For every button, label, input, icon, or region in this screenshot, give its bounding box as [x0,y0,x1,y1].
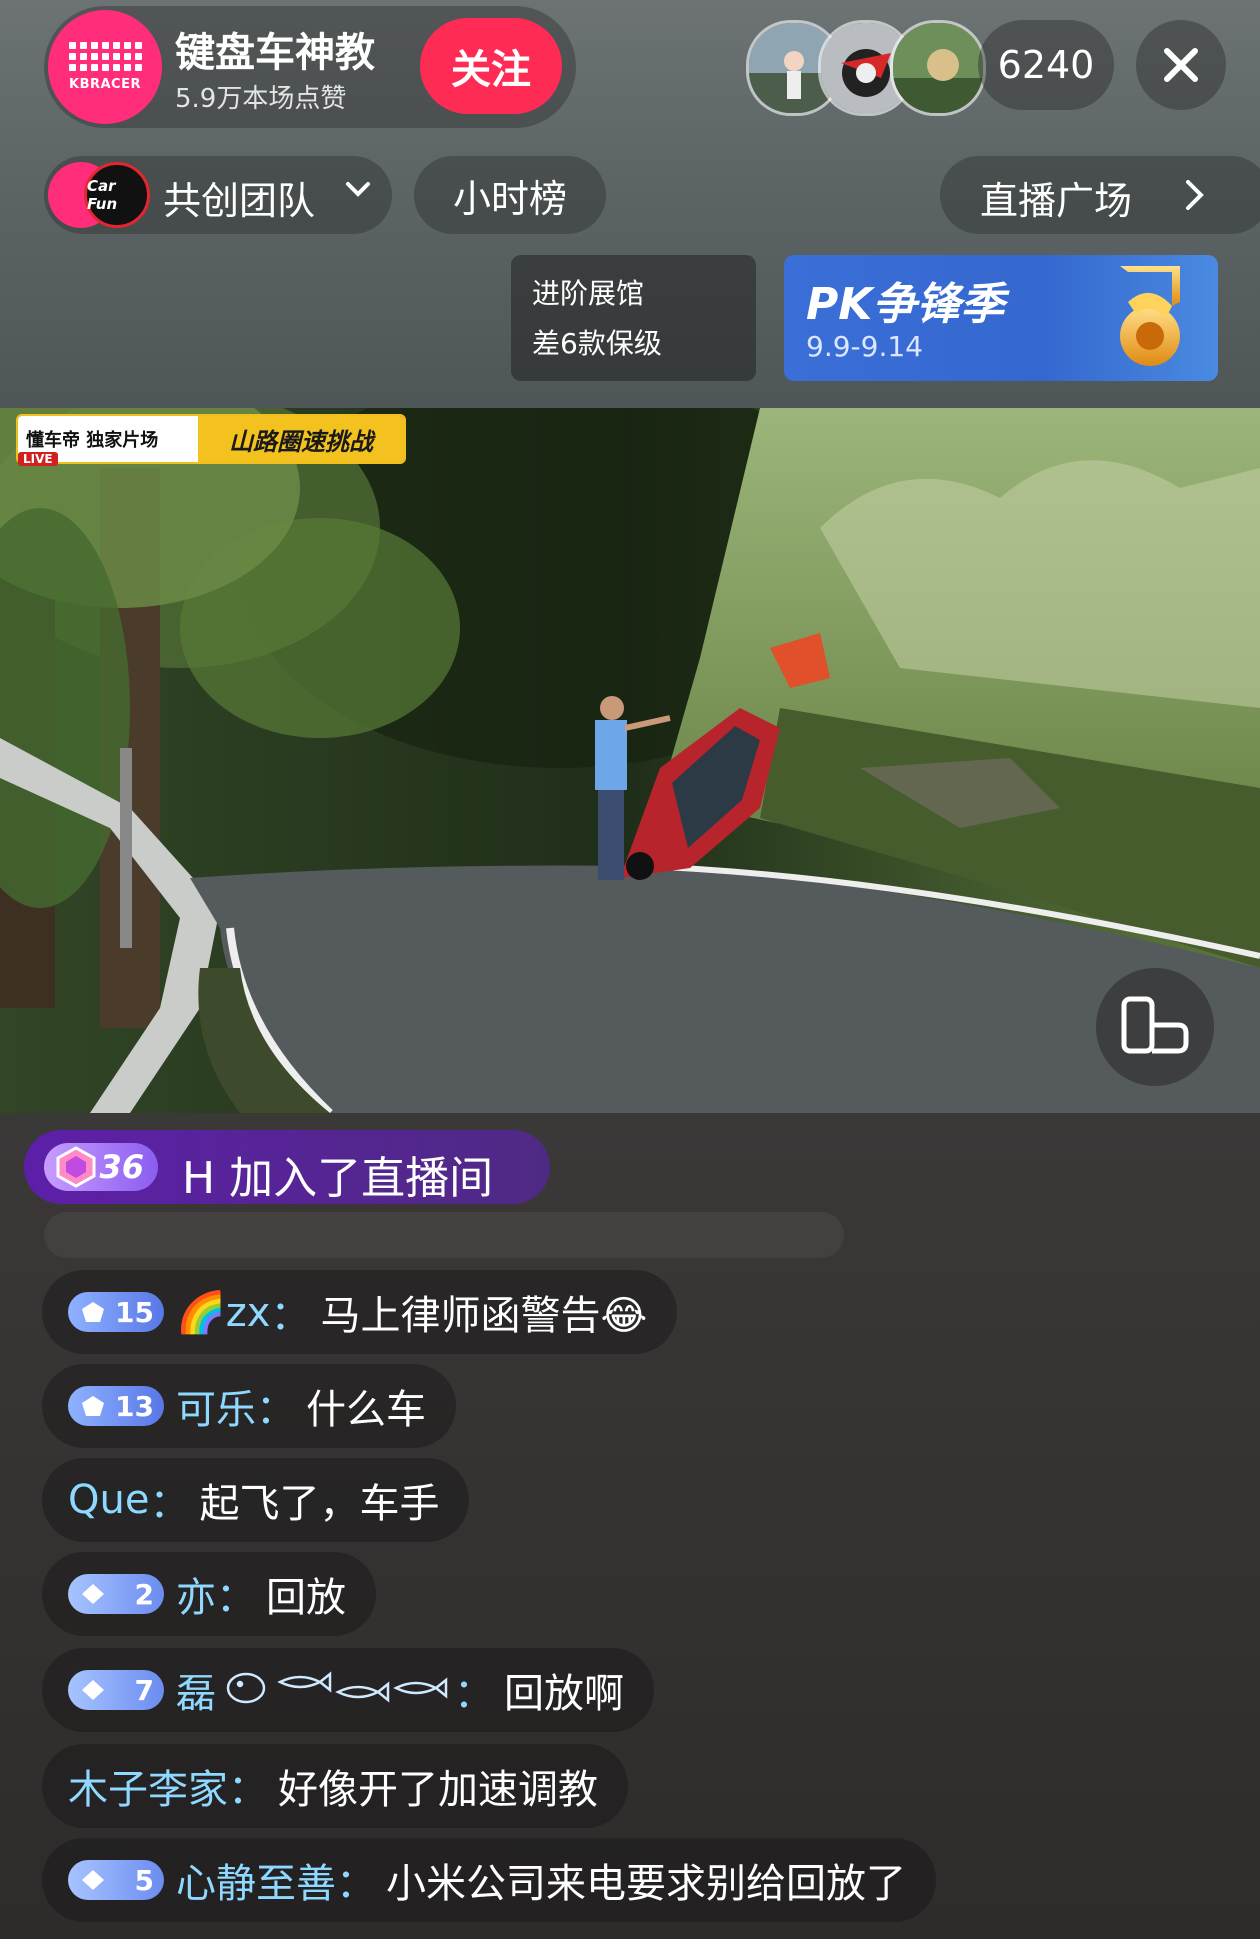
trophy-badge-icon [1120,266,1180,366]
chat-username[interactable]: 可乐 [176,1377,256,1435]
gem-level-icon [82,1680,104,1700]
chat-colon: ： [216,1575,256,1621]
chat-content: 小米公司来电要求别给回放了 [386,1861,906,1907]
live-square-label: 直播广场 [980,179,1133,223]
host-name[interactable]: 键盘车神教 [175,20,375,78]
host-likes: 5.9万本场点赞 [175,84,347,114]
exhibit-title: 进阶展馆 [532,277,645,310]
user-level-badge: 5 [68,1860,164,1900]
chat-colon: ： [228,1767,268,1813]
chat-colon: ： [454,1671,494,1717]
level-number: 15 [115,1295,154,1329]
chat-message[interactable]: 7 磊 ： 回放啊 [42,1648,654,1732]
level-number: 2 [134,1577,154,1611]
follow-button[interactable]: 关注 [420,18,562,114]
rotate-screen-button[interactable] [1096,968,1214,1086]
chat-username[interactable]: Que [68,1477,149,1523]
chat-colon: ： [270,1293,311,1339]
team-label: 共创团队 [163,179,316,223]
chat-message[interactable]: Que： 起飞了，车手 [42,1458,470,1542]
chat-colon: ： [336,1861,376,1907]
live-video[interactable] [0,408,1260,1113]
hour-rank-button[interactable]: 小时榜 [414,156,606,234]
chat-content: 好像开了加速调教 [278,1767,598,1813]
chat-username[interactable]: 木子李家 [68,1757,228,1815]
chat-message[interactable]: 木子李家： 好像开了加速调教 [42,1744,628,1828]
viewer-count[interactable]: 6240 [978,20,1114,110]
gem-level-icon [82,1302,104,1322]
user-level-badge: 7 [68,1670,164,1710]
chat-username[interactable]: 亦 [176,1565,216,1623]
chat-colon: ： [149,1481,190,1527]
chat-message[interactable]: 5 心静至善： 小米公司来电要求别给回放了 [42,1838,936,1922]
chevron-down-icon [346,182,370,197]
gem-level-icon [56,1146,96,1188]
chat-message[interactable]: 15 🌈zx： 马上律师函警告😂 [42,1270,678,1354]
close-button[interactable] [1136,20,1226,110]
host-avatar[interactable]: KBRACER [48,10,162,124]
video-frame [0,408,1260,1113]
chat-username[interactable]: 心静至善 [176,1851,336,1909]
show-badge: 懂车帝 独家片场 山路圈速挑战 [16,414,406,464]
user-level-badge: 13 [68,1386,164,1426]
chat-message[interactable]: 13 可乐： 什么车 [42,1364,456,1448]
level-number: 5 [134,1863,154,1897]
level-number: 13 [115,1389,154,1423]
keyboard-logo-icon [68,42,142,71]
chat-content: 什么车 [306,1387,426,1433]
pk-title: PK争锋季 [806,279,1005,330]
show-title: 山路圈速挑战 [198,416,404,462]
gem-level-icon [82,1396,104,1416]
fish-decoration-icon [226,1671,448,1704]
faded-message [44,1212,844,1258]
chat-username[interactable]: 磊 [176,1661,216,1719]
level-number: 7 [134,1673,154,1707]
live-tag: LIVE [18,452,58,466]
user-level-badge: 2 [68,1574,164,1614]
rotate-screen-icon [1121,996,1189,1054]
chevron-right-icon [1186,180,1204,210]
chat-content: 回放啊 [504,1671,624,1717]
team-avatar-text: Car Fun [87,177,118,213]
chat-username[interactable]: 🌈zx [176,1289,270,1336]
exhibit-status: 差6款保级 [532,327,662,360]
chat-content: 回放 [266,1575,346,1621]
close-icon [1164,48,1198,82]
host-avatar-text: KBRACER [69,77,141,92]
gem-level-icon [82,1584,104,1604]
pk-dates: 9.9-9.14 [806,330,923,363]
user-level-badge: 15 [68,1292,164,1332]
chat-content: 起飞了，车手 [199,1481,440,1527]
chat-colon: ： [256,1387,296,1433]
viewer-avatar[interactable] [890,20,986,116]
join-text: H 加入了直播间 [182,1153,494,1204]
chat-content: 马上律师函警告😂 [320,1293,648,1339]
chat-message[interactable]: 2 亦： 回放 [42,1552,376,1636]
team-avatar-carfun: Car Fun [84,162,150,228]
gem-level-icon [82,1870,104,1890]
